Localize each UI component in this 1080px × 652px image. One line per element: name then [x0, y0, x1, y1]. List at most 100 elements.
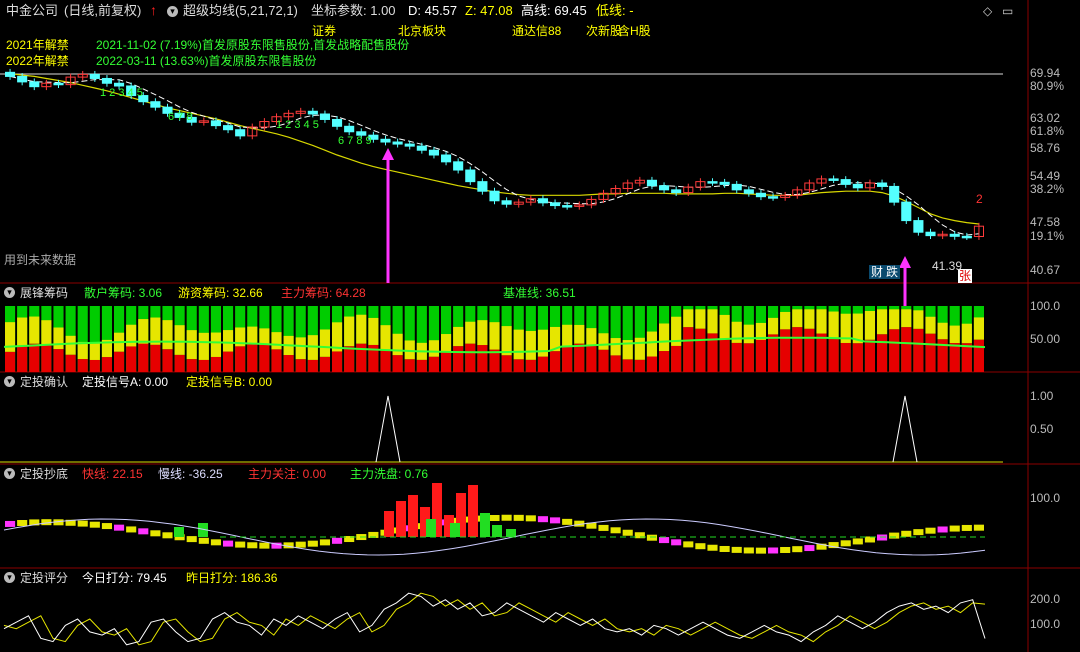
chip-bar-red-67 — [816, 333, 827, 372]
chip-bar-yellow-4 — [53, 327, 64, 350]
chip-bar-red-7 — [89, 359, 100, 372]
low-value-label: 41.39 — [932, 259, 963, 273]
chip-bar-yellow-60 — [731, 321, 742, 343]
candle-78 — [949, 233, 960, 237]
candle-27 — [332, 118, 343, 127]
chip-bar-red-28 — [344, 346, 355, 372]
score-title[interactable]: 定投评分 — [20, 571, 68, 585]
chip-bar-yellow-65 — [792, 309, 803, 328]
chip-collapse-icon[interactable]: ▾ — [4, 287, 15, 298]
chip-bar-red-66 — [804, 328, 815, 372]
chip-bar-red-33 — [404, 359, 415, 372]
bottom-item-1: 快线: 22.15 — [82, 467, 143, 481]
chip-bar-red-38 — [465, 343, 476, 372]
chip-bar-yellow-11 — [138, 319, 149, 344]
indicator-name[interactable]: 超级均线(5,21,72,1) — [183, 4, 298, 18]
chip-bar-red-27 — [332, 351, 343, 372]
sector-tag-1[interactable]: 证券 — [312, 24, 336, 38]
price-tick-5: 58.76 — [1030, 141, 1061, 155]
chip-bar-red-60 — [731, 342, 742, 372]
bottom-mark-45 — [550, 517, 561, 524]
confirm-panel-header: ▾ 定投确认 定投信号A: 0.00 定投信号B: 0.00 — [0, 374, 1030, 390]
chip-bar-yellow-14 — [174, 325, 185, 355]
window-menu-icon[interactable]: ▭ — [1002, 4, 1013, 18]
bottom-mark-6 — [77, 520, 88, 527]
chip-bar-yellow-73 — [889, 309, 900, 330]
chip-title[interactable]: 展锋筹码 — [20, 286, 68, 300]
chip-item-2: 游资筹码: 32.66 — [178, 286, 263, 300]
bottom-green-bar-4 — [480, 513, 490, 537]
diamond-icon[interactable]: ◇ — [983, 4, 992, 18]
price-tick-3: 63.02 — [1030, 111, 1061, 125]
sector-tag-5[interactable]: 含H股 — [618, 24, 651, 38]
bottom-mark-12 — [150, 530, 161, 537]
chip-bar-yellow-36 — [441, 334, 452, 352]
chip-bar-red-19 — [235, 346, 246, 372]
chip-bar-yellow-50 — [610, 338, 621, 356]
chart-mode[interactable]: (日线,前复权) — [64, 4, 141, 18]
chip-bar-red-52 — [634, 359, 645, 372]
bottom-title[interactable]: 定投抄底 — [20, 467, 68, 481]
candle-69 — [840, 179, 851, 185]
chip-bar-red-64 — [780, 329, 791, 372]
chip-bar-red-43 — [525, 359, 536, 372]
bottom-green-bar-6 — [506, 529, 516, 537]
chip-bar-yellow-71 — [864, 311, 875, 340]
future-data-label: 用到未来数据 — [4, 253, 77, 267]
chip-bar-yellow-41 — [501, 326, 512, 356]
chip-bar-red-8 — [101, 357, 112, 372]
candle-12 — [150, 101, 161, 108]
coord-label: 坐标参数: 1.00 — [311, 3, 396, 18]
sector-tag-4[interactable]: 次新股 — [586, 24, 622, 38]
confirm-title[interactable]: 定投确认 — [20, 375, 68, 389]
candle-68 — [828, 178, 839, 181]
chip-bar-yellow-42 — [513, 329, 524, 360]
candle-7 — [89, 73, 100, 79]
chip-bar-yellow-35 — [428, 340, 439, 357]
chip-bar-yellow-44 — [537, 329, 548, 357]
score-item-2: 昨日打分: 186.36 — [186, 571, 278, 585]
bottom-mark-44 — [537, 516, 548, 523]
confirm-spike-0 — [375, 395, 401, 463]
bottom-mark-80 — [973, 524, 984, 531]
die-marker[interactable]: 跌 — [884, 265, 901, 279]
confirm-collapse-icon[interactable]: ▾ — [4, 376, 15, 387]
candle-40 — [489, 190, 500, 202]
chip-bar-yellow-80 — [973, 317, 984, 340]
bottom-mark-76 — [925, 527, 936, 534]
chevron-down-icon[interactable]: ▾ — [167, 6, 178, 17]
price-tick-6: 54.49 — [1030, 169, 1061, 183]
chip-bar-red-22 — [271, 349, 282, 372]
score-collapse-icon[interactable]: ▾ — [4, 572, 15, 583]
bottom-mark-27 — [332, 537, 343, 544]
sector-tag-3[interactable]: 通达信88 — [512, 24, 561, 38]
sector-tag-2[interactable]: 北京板块 — [398, 24, 446, 38]
bottom-mark-26 — [319, 539, 330, 546]
bottom-mark-77 — [937, 526, 948, 533]
bottom-mark-10 — [126, 526, 137, 533]
plot-svg — [0, 0, 1080, 652]
bottom-mark-55 — [671, 539, 682, 546]
price-tick-10: 40.67 — [1030, 263, 1061, 277]
chip-bar-yellow-17 — [210, 332, 221, 357]
chip-bar-red-36 — [441, 351, 452, 372]
bottom-mark-74 — [901, 530, 912, 537]
chip-bar-red-48 — [586, 345, 597, 372]
bottom-collapse-icon[interactable]: ▾ — [4, 468, 15, 479]
bottom-red-bar-2 — [408, 495, 418, 537]
bottom-mark-63 — [768, 547, 779, 554]
candle-45 — [550, 202, 561, 207]
cai-marker[interactable]: 财 — [869, 265, 886, 279]
stock-title[interactable]: 中金公司 — [6, 4, 58, 18]
chip-bar-red-59 — [719, 339, 730, 372]
candle-46 — [562, 205, 573, 208]
bottom-tick-1: 100.0 — [1030, 491, 1061, 505]
chip-bar-red-42 — [513, 359, 524, 372]
chip-bar-yellow-72 — [877, 309, 888, 335]
bottom-mark-41 — [501, 514, 512, 521]
score-panel-header: ▾ 定投评分 今日打分: 79.45 昨日打分: 186.36 — [0, 570, 1030, 586]
chip-bar-yellow-21 — [259, 328, 270, 345]
chip-bar-red-62 — [755, 339, 766, 372]
chip-bar-red-9 — [114, 351, 125, 372]
chip-bar-red-54 — [659, 351, 670, 372]
